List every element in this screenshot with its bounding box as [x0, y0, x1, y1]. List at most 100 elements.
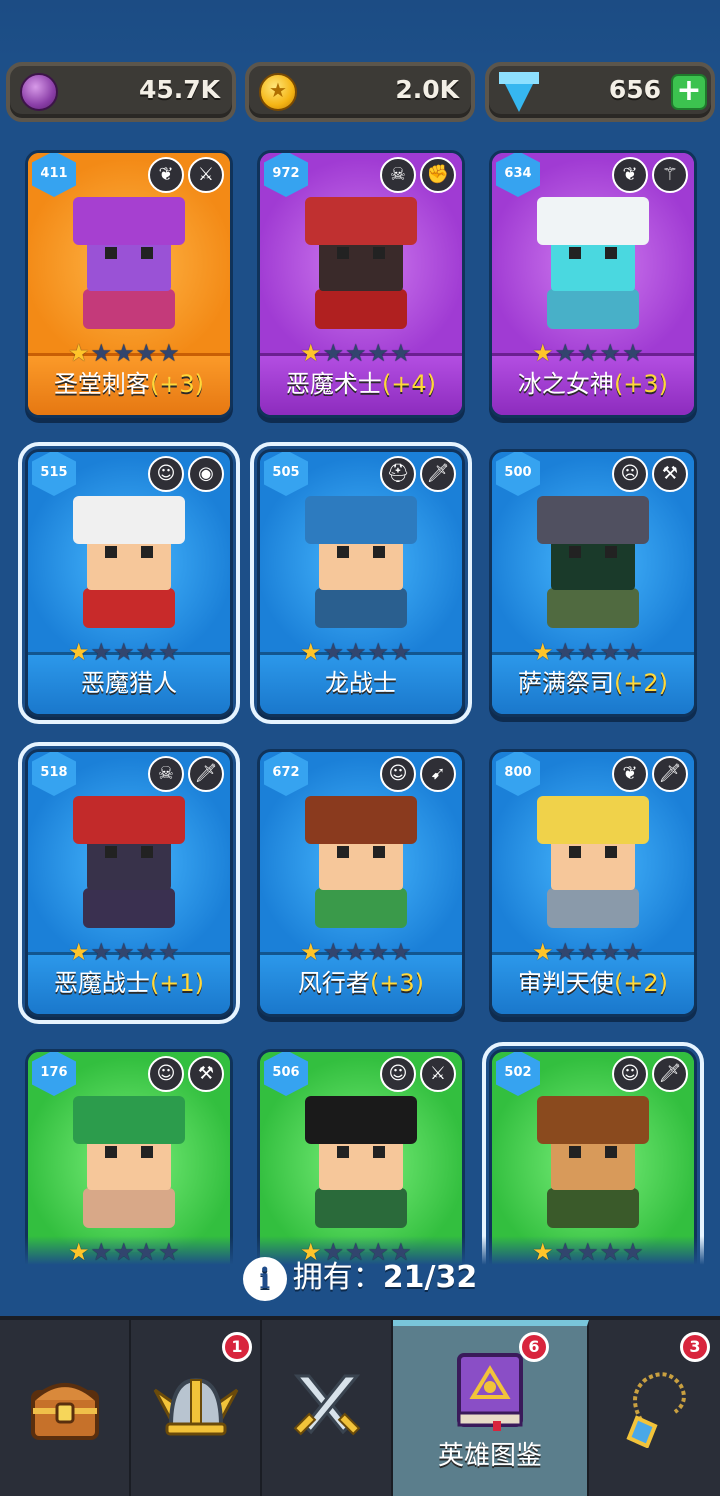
star-icon: ★ [622, 938, 644, 966]
hero-figure [73, 197, 185, 329]
hero-book-icon [457, 1352, 523, 1431]
hero-class-icons: ❦ ⚚ [612, 157, 688, 193]
star-icon: ★ [113, 938, 135, 966]
tab-heroes[interactable]: 1 [131, 1320, 262, 1496]
tab-codex-label: 英雄图鉴 [437, 1440, 542, 1471]
star-icon: ★ [68, 339, 90, 367]
hero-figure [537, 197, 649, 329]
hammer-icon: ⚒ [652, 456, 688, 492]
helmet-icon: ⛑ [380, 456, 416, 492]
hero-card[interactable]: 672 ☺ ➹ ★ ★ ★ ★ ★ 风行者(+3) [257, 749, 465, 1017]
hero-name-text: 恶魔术士 [285, 370, 382, 398]
gold-coin-icon [259, 73, 297, 111]
star-icon: ★ [390, 638, 412, 666]
hero-bonus: (+3) [149, 370, 205, 398]
hero-class-icons: ☺ 🗡 [612, 1056, 688, 1092]
star-icon: ★ [599, 339, 622, 367]
tab-codex[interactable]: 英雄图鉴 6 [393, 1320, 589, 1496]
hero-figure [305, 496, 417, 628]
star-icon: ★ [532, 938, 554, 966]
hero-card[interactable]: 972 ☠ ✊ ★ ★ ★ ★ ★ 恶魔术士(+4) [257, 150, 465, 418]
hero-bonus: (+1) [149, 969, 205, 997]
gem-counter[interactable]: 656 + [485, 62, 715, 122]
winged-emblem-icon: ❦ [612, 756, 648, 792]
star-icon: ★ [622, 339, 644, 367]
star-icon: ★ [135, 938, 158, 966]
gem-value: 656 [608, 75, 661, 104]
star-icon: ★ [345, 638, 367, 666]
star-icon: ★ [300, 339, 322, 367]
hero-name-text: 恶魔猎人 [81, 669, 177, 697]
hero-card[interactable]: 515 ☺ ◉ ★ ★ ★ ★ ★ 恶魔猎人 [18, 442, 240, 724]
gold-counter[interactable]: 2.0K [245, 62, 475, 122]
hero-figure [73, 496, 185, 628]
skull-icon: ☠ [148, 756, 184, 792]
hero-class-icons: ⛑ 🗡 [380, 456, 456, 492]
hero-bonus: (+2) [613, 969, 669, 997]
winged-emblem-icon: ❦ [612, 157, 648, 193]
star-icon: ★ [68, 938, 90, 966]
top-background [0, 0, 720, 60]
bow-icon: ➹ [420, 756, 456, 792]
elixir-value: 45.7K [138, 75, 220, 104]
amulet-icon [625, 1372, 686, 1448]
star-icon: ★ [390, 339, 412, 367]
star-icon: ★ [577, 938, 599, 966]
hero-class-icons: ☺ ⚒ [148, 1056, 224, 1092]
codex-badge: 6 [519, 1332, 549, 1362]
star-icon: ★ [158, 938, 180, 966]
tab-battle[interactable] [262, 1320, 393, 1496]
star-icon: ★ [113, 339, 135, 367]
hero-stars: ★ ★ ★ ★ ★ [300, 938, 412, 966]
purple-coin-icon [20, 73, 58, 111]
hero-bonus: (+2) [613, 669, 669, 697]
hero-name-text: 审判天使 [517, 969, 614, 997]
star-icon: ★ [135, 638, 158, 666]
hero-card[interactable]: 500 ☹ ⚒ ★ ★ ★ ★ ★ 萨满祭司(+2) [489, 449, 697, 717]
tab-equipment[interactable]: 3 [589, 1320, 720, 1496]
star-icon: ★ [367, 339, 390, 367]
tab-chest[interactable] [0, 1320, 131, 1496]
hero-stars: ★ ★ ★ ★ ★ [68, 339, 180, 367]
owned-label: 拥有： [292, 1260, 383, 1295]
add-gems-button[interactable]: + [671, 74, 707, 110]
hero-card[interactable]: 411 ❦ ⚔ ★ ★ ★ ★ ★ 圣堂刺客(+3) [25, 150, 233, 418]
hero-class-icons: ☠ 🗡 [148, 756, 224, 792]
equipment-badge: 3 [680, 1332, 710, 1362]
star-icon: ★ [345, 339, 367, 367]
info-icon[interactable]: i [242, 1256, 287, 1301]
staff-icon: ⚚ [652, 157, 688, 193]
hero-class-icons: ☹ ⚒ [612, 456, 688, 492]
hero-card[interactable]: 505 ⛑ 🗡 ★ ★ ★ ★ ★ 龙战士 [250, 442, 472, 724]
hero-figure [537, 1096, 649, 1228]
heroes-badge: 1 [222, 1332, 252, 1362]
hero-name-text: 萨满祭司 [517, 669, 614, 697]
star-icon: ★ [554, 638, 577, 666]
dagger-icon: ⚔ [420, 1056, 456, 1092]
star-icon: ★ [622, 638, 644, 666]
hero-figure [537, 796, 649, 928]
star-icon: ★ [113, 638, 135, 666]
dagger-icon: ⚔ [188, 157, 224, 193]
crossed-swords-icon [293, 1374, 360, 1436]
sword-icon: 🗡 [420, 456, 456, 492]
owned-count: i 拥有：21/32 [0, 1252, 720, 1301]
star-icon: ★ [90, 938, 113, 966]
star-icon: ★ [367, 938, 390, 966]
hero-stars: ★ ★ ★ ★ ★ [532, 938, 644, 966]
hero-name-text: 风行者 [297, 969, 370, 997]
hero-card[interactable]: 518 ☠ 🗡 ★ ★ ★ ★ ★ 恶魔战士(+1) [18, 742, 240, 1024]
elixir-counter[interactable]: 45.7K [6, 62, 236, 122]
hero-figure [305, 1096, 417, 1228]
hero-bonus: (+4) [381, 370, 437, 398]
elf-face-icon: ☺ [148, 1056, 184, 1092]
star-icon: ★ [300, 938, 322, 966]
owned-value: 21/32 [382, 1260, 478, 1295]
star-icon: ★ [532, 638, 554, 666]
hero-stars: ★ ★ ★ ★ ★ [68, 638, 180, 666]
hero-card[interactable]: 634 ❦ ⚚ ★ ★ ★ ★ ★ 冰之女神(+3) [489, 150, 697, 418]
hero-figure [305, 796, 417, 928]
star-icon: ★ [135, 339, 158, 367]
hero-name-text: 龙战士 [325, 669, 397, 697]
hero-card[interactable]: 800 ❦ 🗡 ★ ★ ★ ★ ★ 审判天使(+2) [489, 749, 697, 1017]
